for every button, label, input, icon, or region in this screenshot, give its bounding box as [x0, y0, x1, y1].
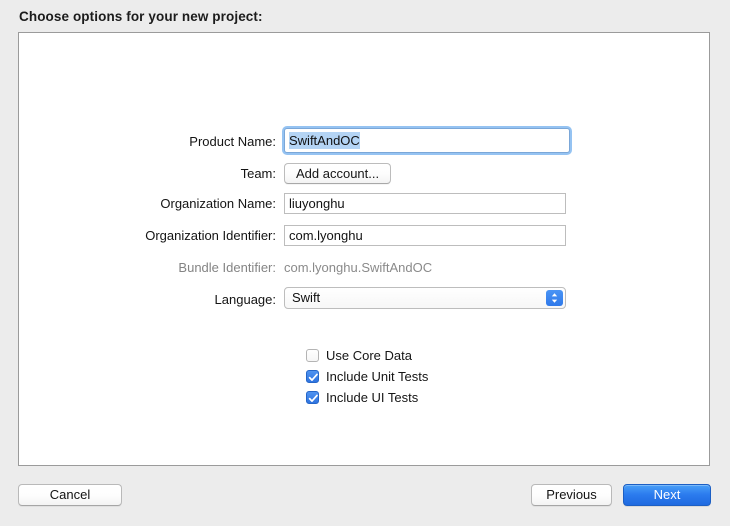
language-select-value: Swift	[292, 290, 321, 305]
chevron-up-down-icon	[546, 290, 563, 306]
checkmark-icon	[308, 394, 318, 402]
team-label: Team:	[240, 166, 276, 181]
options-panel: Product Name: SwiftAndOC Team: Add accou…	[18, 32, 710, 466]
product-name-input[interactable]: SwiftAndOC	[284, 127, 570, 153]
cancel-button[interactable]: Cancel	[18, 484, 122, 506]
checkmark-icon	[308, 373, 318, 381]
project-options-form: Product Name: SwiftAndOC Team: Add accou…	[19, 127, 711, 320]
checkbox-use-core-data[interactable]	[306, 349, 319, 362]
checkbox-label-include-ui-tests: Include UI Tests	[326, 390, 419, 405]
add-account-button[interactable]: Add account...	[284, 163, 392, 184]
language-select[interactable]: Swift	[284, 287, 566, 309]
language-label: Language:	[214, 292, 276, 307]
form-row-organization-identifier: Organization Identifier:	[19, 224, 711, 247]
team-field-area: Add account...	[284, 163, 711, 184]
product-name-selected-text: SwiftAndOC	[289, 131, 360, 149]
language-field-area: Swift	[284, 287, 711, 312]
product-name-input-text: SwiftAndOC	[289, 131, 566, 149]
form-row-bundle-identifier: Bundle Identifier: com.lyonghu.SwiftAndO…	[19, 256, 711, 279]
dialog-prompt: Choose options for your new project:	[19, 9, 263, 24]
organization-identifier-label: Organization Identifier:	[145, 228, 276, 243]
checkbox-row-use-core-data[interactable]: Use Core Data	[306, 346, 428, 365]
options-checkbox-group: Use Core Data Include Unit Tests Include…	[306, 346, 428, 409]
bundle-identifier-label: Bundle Identifier:	[178, 260, 276, 275]
organization-name-field-area	[284, 193, 711, 214]
organization-name-label: Organization Name:	[160, 196, 276, 211]
product-name-label: Product Name:	[189, 134, 276, 149]
checkbox-include-ui-tests[interactable]	[306, 391, 319, 404]
form-row-product-name: Product Name: SwiftAndOC	[19, 127, 711, 156]
bundle-identifier-field-area: com.lyonghu.SwiftAndOC	[284, 257, 711, 278]
form-row-organization-name: Organization Name:	[19, 192, 711, 215]
next-button[interactable]: Next	[623, 484, 711, 506]
organization-identifier-field-area	[284, 225, 711, 246]
organization-identifier-input[interactable]	[284, 225, 566, 246]
checkbox-row-include-unit-tests[interactable]: Include Unit Tests	[306, 367, 428, 386]
bundle-identifier-value: com.lyonghu.SwiftAndOC	[284, 260, 433, 275]
product-name-field-area: SwiftAndOC	[284, 127, 711, 156]
checkbox-label-use-core-data: Use Core Data	[326, 348, 412, 363]
form-row-language: Language: Swift	[19, 287, 711, 312]
checkbox-include-unit-tests[interactable]	[306, 370, 319, 383]
form-row-team: Team: Add account...	[19, 162, 711, 185]
checkbox-row-include-ui-tests[interactable]: Include UI Tests	[306, 388, 428, 407]
checkbox-label-include-unit-tests: Include Unit Tests	[326, 369, 429, 384]
organization-name-input[interactable]	[284, 193, 566, 214]
previous-button[interactable]: Previous	[531, 484, 612, 506]
